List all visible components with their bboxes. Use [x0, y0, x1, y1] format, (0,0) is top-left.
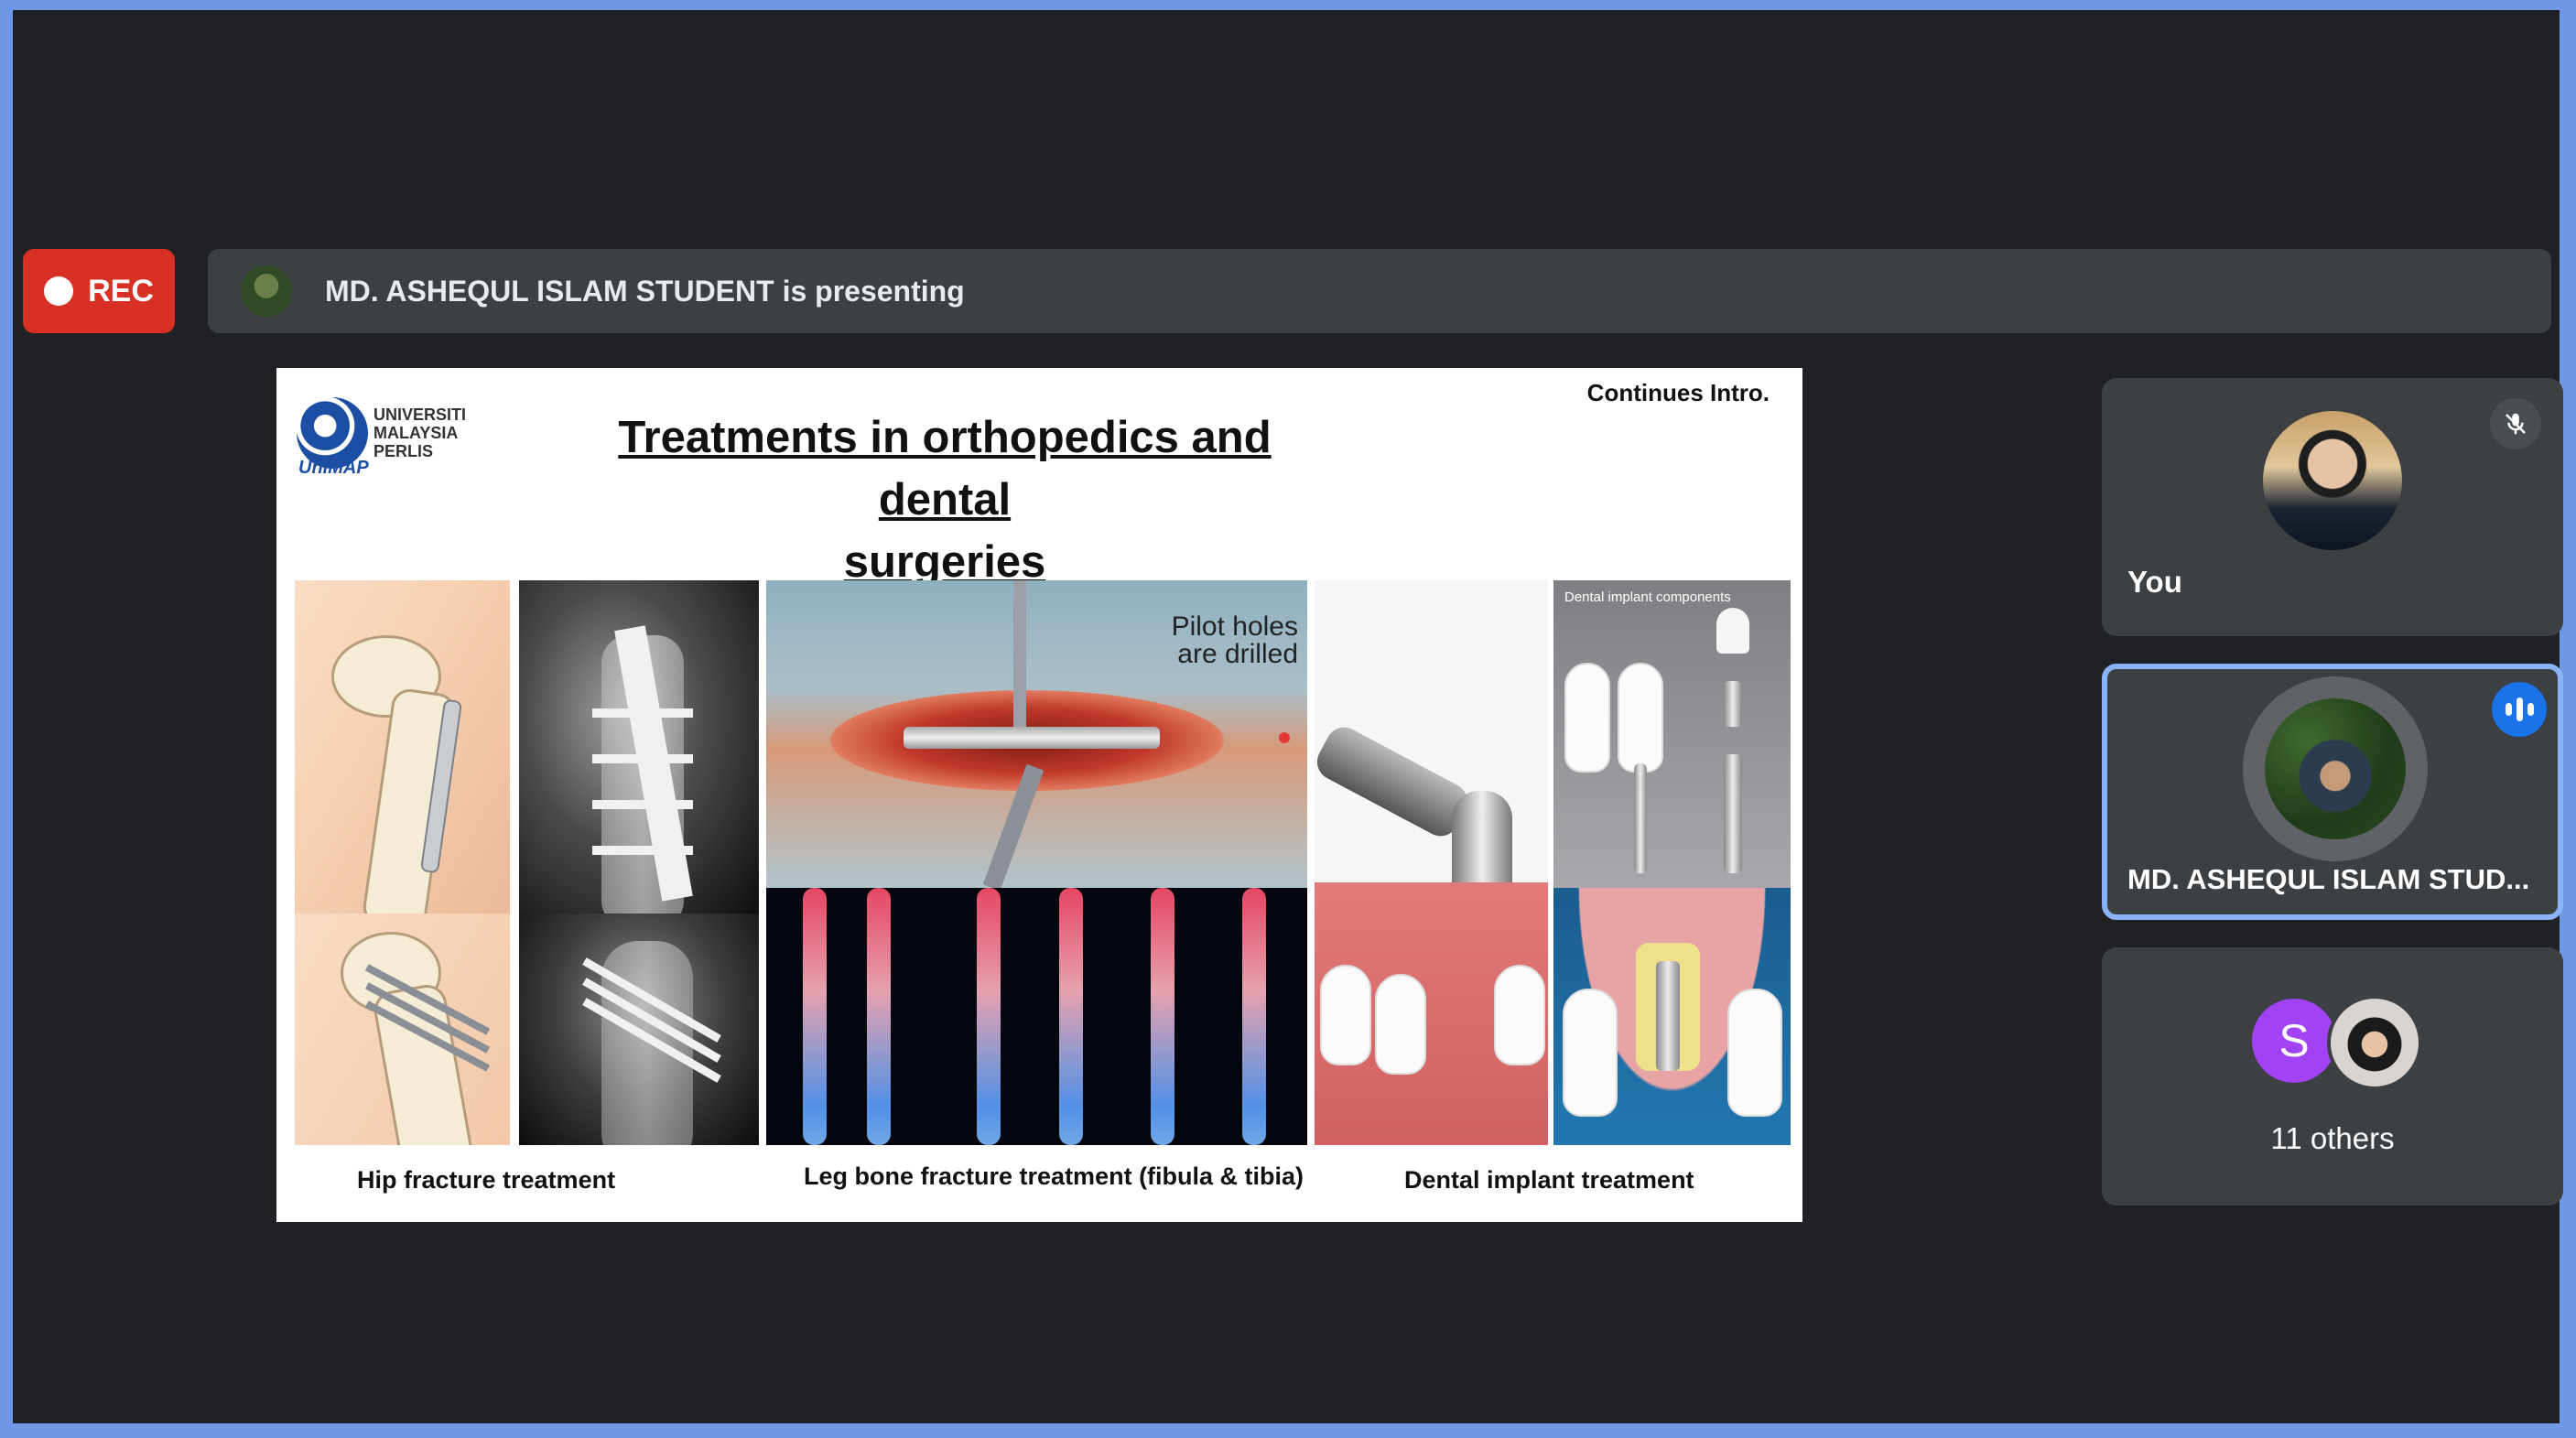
others-photo-avatar — [2327, 995, 2422, 1090]
meeting-stage: REC MD. ASHEQUL ISLAM STUDENT is present… — [13, 10, 2563, 1423]
dental-caption: Dental implant treatment — [1404, 1166, 1694, 1194]
slide-corner-note: Continues Intro. — [1586, 379, 1770, 406]
slide-title: Treatments in orthopedics and dental sur… — [618, 413, 1272, 587]
hip-screws-illustration — [295, 914, 510, 1145]
leg-caption: Leg bone fracture treatment (fibula & ti… — [804, 1162, 1304, 1190]
recording-label: REC — [88, 273, 154, 308]
presenting-text: MD. ASHEQUL ISLAM STUDENT is presenting — [325, 274, 965, 308]
unimap-wordmark: UniMAP — [298, 458, 369, 478]
hip-screws-xray — [519, 914, 759, 1145]
mic-off-icon[interactable] — [2490, 398, 2541, 449]
you-avatar — [2263, 411, 2402, 550]
hip-plate-xray — [519, 580, 759, 914]
pilot-holes-label: Pilot holes are drilled — [1171, 611, 1298, 669]
presenter-avatar — [241, 265, 292, 317]
participant-tile-you[interactable]: You — [2102, 378, 2563, 636]
participant-name-presenter: MD. ASHEQUL ISLAM STUD... — [2127, 863, 2530, 895]
participant-tile-presenter[interactable]: MD. ASHEQUL ISLAM STUD... — [2102, 664, 2563, 920]
hip-plate-illustration — [295, 580, 510, 914]
recording-button[interactable]: REC — [23, 249, 175, 333]
implant-components-panel: Dental implant components — [1553, 580, 1791, 888]
presenter-avatar — [2265, 698, 2406, 839]
participant-name-you: You — [2127, 565, 2182, 599]
hip-caption: Hip fracture treatment — [357, 1166, 616, 1194]
presenting-banner: MD. ASHEQUL ISLAM STUDENT is presenting — [208, 249, 2551, 333]
pointer-dot-icon — [1279, 732, 1290, 743]
participant-tile-others[interactable]: S 11 others — [2102, 947, 2563, 1206]
speaking-icon — [2492, 682, 2547, 737]
shared-slide: UNIVERSITI MALAYSIA PERLIS UniMAP Contin… — [276, 368, 1802, 1222]
implant-cross-section-panel — [1553, 888, 1791, 1145]
university-name: UNIVERSITI MALAYSIA PERLIS — [373, 405, 467, 460]
university-logo: UNIVERSITI MALAYSIA PERLIS UniMAP — [297, 388, 480, 478]
leg-xray-panel — [766, 888, 1307, 1145]
dental-drill-illustration — [1315, 580, 1548, 1145]
leg-surgery-illustration: Pilot holes are drilled — [766, 580, 1307, 888]
others-initial-avatar: S — [2248, 995, 2340, 1087]
record-dot-icon — [44, 276, 74, 306]
others-count-label: 11 others — [2270, 1121, 2395, 1155]
